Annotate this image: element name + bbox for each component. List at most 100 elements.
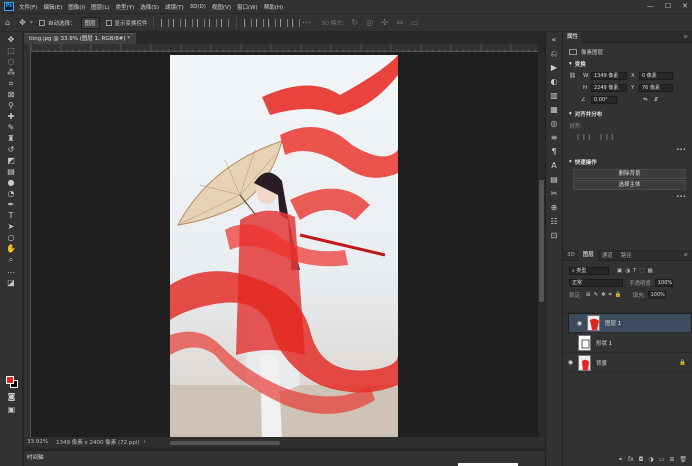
chevron-down-icon[interactable]: ▾	[30, 19, 33, 26]
layer-row[interactable]: 形状 1	[563, 333, 692, 353]
color-icon[interactable]: ◎	[549, 119, 559, 129]
3d-orbit-icon[interactable]: ↻	[350, 18, 359, 27]
tab-layers[interactable]: 图层	[578, 249, 598, 261]
distribute-icon[interactable]	[279, 18, 288, 27]
trash-icon[interactable]: 🗑	[679, 456, 687, 463]
navigator-icon[interactable]: ⊕	[549, 203, 559, 213]
foreground-color-swatch[interactable]	[6, 376, 14, 384]
more-tools-icon[interactable]: …	[6, 266, 17, 276]
swatches-icon[interactable]: ▤	[549, 175, 559, 185]
align-middle-icon[interactable]	[208, 18, 217, 27]
new-layer-icon[interactable]: ⊞	[669, 456, 674, 463]
styles-icon[interactable]: ▦	[549, 105, 559, 115]
close-window-button[interactable]: ✕	[682, 2, 688, 10]
vertical-scroll-thumb[interactable]	[539, 180, 544, 302]
actions-icon[interactable]: ▶	[549, 63, 559, 73]
menu-help[interactable]: 帮助(H)	[264, 3, 283, 11]
ellipse-tool-icon[interactable]: ○	[6, 233, 17, 243]
x-field[interactable]: 0 像素	[639, 72, 673, 80]
magic-wand-tool-icon[interactable]: ⁂	[6, 68, 17, 78]
align-bottom-icon[interactable]	[220, 18, 229, 27]
quick-actions-header[interactable]: ▾ 快速操作	[563, 156, 692, 168]
align-section-header[interactable]: ▾ 对齐并分布	[563, 108, 692, 120]
adjustment-icon[interactable]: ◑	[648, 456, 653, 463]
dodge-tool-icon[interactable]: ◔	[6, 189, 17, 199]
properties-icon[interactable]: ⊡	[549, 231, 559, 241]
blend-mode-dropdown[interactable]: 正常	[569, 279, 623, 287]
transform-section-header[interactable]: ▾ 变换	[563, 58, 692, 70]
clone-stamp-tool-icon[interactable]: ♜	[6, 134, 17, 144]
3d-slide-icon[interactable]: ⇔	[395, 18, 404, 27]
more-options-icon[interactable]: •••	[302, 20, 312, 26]
angle-field[interactable]: 0.00°	[591, 96, 617, 104]
layer-name[interactable]: 图层 1	[605, 319, 621, 327]
menu-window[interactable]: 窗口(W)	[237, 3, 258, 11]
screen-mode-icon[interactable]: ▣	[6, 405, 17, 415]
layer-name[interactable]: 形状 1	[596, 339, 612, 347]
filter-icons[interactable]: ▣◑T⬚▦	[617, 268, 656, 274]
layer-name[interactable]: 背景	[596, 359, 607, 367]
align-right-icon[interactable]	[184, 18, 193, 27]
eraser-tool-icon[interactable]: ◩	[6, 156, 17, 166]
menu-image[interactable]: 图像(I)	[68, 3, 85, 11]
lasso-tool-icon[interactable]: ◌	[6, 57, 17, 67]
menu-edit[interactable]: 编辑(E)	[43, 3, 62, 11]
layer-row[interactable]: ◉ 背景 🔒	[563, 353, 692, 373]
fill-field[interactable]: 100%	[647, 291, 666, 299]
tab-properties[interactable]: 属性	[563, 31, 583, 43]
group-icon[interactable]: ▭	[659, 456, 665, 463]
document-tab[interactable]: tiing.jpg @ 33.9% (图层 1, RGB/8#) * ×	[24, 33, 136, 53]
distribute-icon[interactable]	[267, 18, 276, 27]
minimize-button[interactable]: —	[647, 2, 654, 10]
hand-tool-icon[interactable]: ✋	[6, 244, 17, 254]
menu-layer[interactable]: 图层(L)	[91, 3, 109, 11]
panel-menu-icon[interactable]: ≡	[683, 34, 688, 40]
layer-row[interactable]: ◉ 图层 1	[568, 313, 692, 333]
maximize-button[interactable]: ☐	[665, 2, 671, 10]
info-icon[interactable]: ☷	[549, 217, 559, 227]
menu-3d[interactable]: 3D(D)	[190, 4, 206, 10]
libraries-icon[interactable]: ▥	[549, 91, 559, 101]
quick-mask-icon[interactable]: ◙	[6, 392, 17, 402]
y-field[interactable]: 76 像素	[639, 84, 673, 92]
distribute-icon[interactable]	[243, 18, 252, 27]
menu-type[interactable]: 类型(Y)	[116, 3, 135, 11]
menu-file[interactable]: 文件(F)	[19, 3, 37, 11]
frame-tool-icon[interactable]: ⊠	[6, 90, 17, 100]
align-left-icon[interactable]	[160, 18, 169, 27]
width-field[interactable]: 1349 像素	[591, 72, 627, 80]
move-tool-icon[interactable]: ✥	[6, 35, 17, 45]
more-icon[interactable]: •••	[676, 147, 686, 153]
flip-vertical-icon[interactable]: ⇵	[654, 97, 659, 103]
adjustments-icon[interactable]: ◐	[549, 77, 559, 87]
fx-icon[interactable]: fx	[628, 456, 634, 463]
panel-menu-icon[interactable]: ≡	[683, 252, 688, 258]
menu-view[interactable]: 视图(V)	[212, 3, 231, 11]
tab-paths[interactable]: 路径	[617, 251, 636, 259]
menu-filter[interactable]: 滤镜(T)	[165, 3, 184, 11]
character-icon[interactable]: A	[549, 161, 559, 171]
height-field[interactable]: 2249 像素	[591, 84, 627, 92]
history-icon[interactable]: ⎌	[549, 49, 559, 59]
3d-roll-icon[interactable]: ◎	[365, 18, 374, 27]
select-subject-button[interactable]: 选择主体	[573, 180, 686, 190]
distribute-icon[interactable]	[255, 18, 264, 27]
timeline-tab[interactable]: 时间轴	[27, 453, 44, 461]
opacity-field[interactable]: 100%	[654, 279, 673, 287]
healing-brush-tool-icon[interactable]: ✚	[6, 112, 17, 122]
marquee-tool-icon[interactable]: ⬚	[6, 46, 17, 56]
visibility-eye-icon[interactable]: ◉	[576, 320, 583, 327]
history-brush-tool-icon[interactable]: ↺	[6, 145, 17, 155]
status-arrow-icon[interactable]: ›	[144, 439, 146, 445]
eyedropper-tool-icon[interactable]: ⚲	[6, 101, 17, 111]
home-icon[interactable]: ⌂	[3, 18, 12, 27]
distribute-icon[interactable]	[291, 18, 300, 27]
mask-icon[interactable]: ◘	[639, 456, 644, 463]
link-proportions-icon[interactable]: ⛓	[569, 73, 579, 79]
3d-scale-icon[interactable]: ▭	[410, 18, 419, 27]
gradient-tool-icon[interactable]: ▤	[6, 167, 17, 177]
zoom-tool-icon[interactable]: ⌕	[6, 255, 17, 265]
flip-horizontal-icon[interactable]: ⇋	[643, 97, 648, 103]
type-tool-icon[interactable]: T	[6, 211, 17, 221]
pen-tool-icon[interactable]: ✒	[6, 200, 17, 210]
